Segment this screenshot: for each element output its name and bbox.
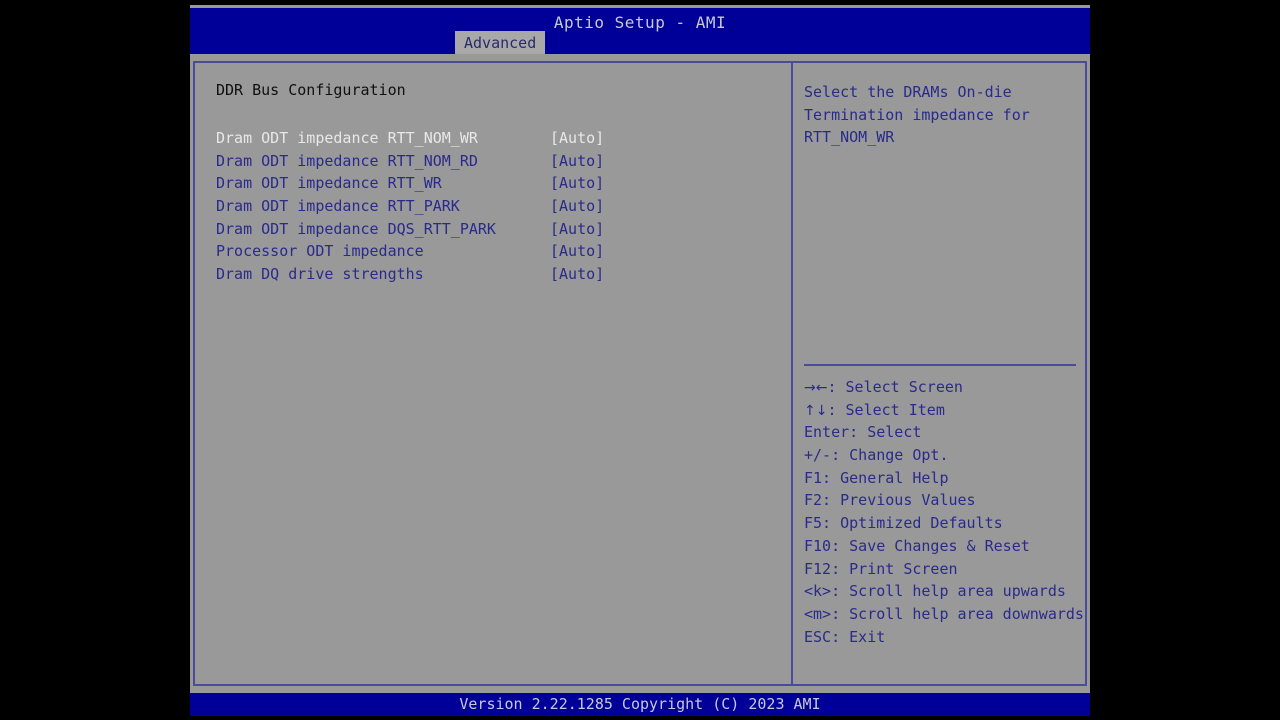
section-heading: DDR Bus Configuration [216, 81, 406, 99]
option-value[interactable]: [Auto] [550, 127, 604, 150]
option-label: Dram ODT impedance RTT_PARK [216, 197, 460, 216]
tab-advanced[interactable]: Advanced [455, 31, 546, 54]
option-label: Dram ODT impedance RTT_NOM_RD [216, 151, 478, 170]
option-list: Dram ODT impedance RTT_NOM_WR [Auto] Dram … [216, 127, 776, 286]
keyboard-legend-item: <m>: Scroll help area downwards [804, 603, 1089, 626]
keyboard-legend: →←: Select Screen ↑↓: Select Item Enter: S… [804, 376, 1089, 648]
option-label: Dram ODT impedance DQS_RTT_PARK [216, 219, 496, 238]
option-label: Processor ODT impedance [216, 242, 424, 261]
arrow-keys-icon: →← [804, 380, 828, 396]
option-label: Dram DQ drive strengths [216, 265, 424, 284]
option-value[interactable]: [Auto] [550, 218, 604, 241]
keyboard-legend-label: Enter: Select [804, 423, 922, 442]
keyboard-legend-label: +/-: Change Opt. [804, 446, 949, 465]
option-row[interactable]: Dram DQ drive strengths [Auto] [216, 263, 776, 286]
keyboard-legend-item: ESC: Exit [804, 626, 1089, 649]
option-value[interactable]: [Auto] [550, 150, 604, 173]
keyboard-legend-item: F10: Save Changes & Reset [804, 535, 1089, 558]
arrow-keys-icon: ↑↓ [804, 402, 828, 419]
keyboard-legend-label: : Select Screen [827, 378, 963, 396]
help-separator [804, 364, 1076, 366]
bios-setup-window: Aptio Setup - AMI Advanced DDR Bus Confi… [190, 5, 1090, 716]
option-value[interactable]: [Auto] [550, 172, 604, 195]
keyboard-legend-item: +/-: Change Opt. [804, 444, 1089, 467]
option-row[interactable]: Dram ODT impedance RTT_PARK [Auto] [216, 195, 776, 218]
footer-bar: Version 2.22.1285 Copyright (C) 2023 AMI [190, 693, 1090, 716]
keyboard-legend-item: Enter: Select [804, 421, 1089, 444]
option-value[interactable]: [Auto] [550, 263, 604, 286]
app-title: Aptio Setup - AMI [553, 13, 727, 32]
option-value[interactable]: [Auto] [550, 195, 604, 218]
title-bar: Aptio Setup - AMI [190, 8, 1090, 54]
option-row[interactable]: Dram ODT impedance DQS_RTT_PARK [Auto] [216, 218, 776, 241]
option-row[interactable]: Processor ODT impedance [Auto] [216, 240, 776, 263]
keyboard-legend-item: →←: Select Screen [804, 376, 1089, 399]
keyboard-legend-label: F12: Print Screen [804, 559, 958, 578]
help-description: Select the DRAMs On-die Termination impe… [804, 83, 1039, 147]
keyboard-legend-item: F12: Print Screen [804, 558, 1089, 581]
option-row[interactable]: Dram ODT impedance RTT_WR [Auto] [216, 172, 776, 195]
keyboard-legend-item: <k>: Scroll help area upwards [804, 580, 1089, 603]
option-label: Dram ODT impedance RTT_NOM_WR [216, 129, 478, 147]
option-value[interactable]: [Auto] [550, 240, 604, 263]
version-text: Version 2.22.1285 Copyright (C) 2023 AMI [459, 695, 821, 713]
help-pane: Select the DRAMs On-die Termination impe… [794, 63, 1085, 684]
content-frame: DDR Bus Configuration Dram ODT impedance… [193, 61, 1087, 686]
keyboard-legend-label: : Select Item [827, 400, 945, 419]
option-row[interactable]: Dram ODT impedance RTT_NOM_RD [Auto] [216, 150, 776, 173]
screen: Aptio Setup - AMI Advanced DDR Bus Confi… [0, 0, 1280, 720]
keyboard-legend-item: F5: Optimized Defaults [804, 512, 1089, 535]
pane-divider [791, 63, 793, 684]
keyboard-legend-label: F1: General Help [804, 468, 949, 487]
keyboard-legend-label: F5: Optimized Defaults [804, 514, 1003, 533]
keyboard-legend-item: F2: Previous Values [804, 489, 1089, 512]
keyboard-legend-label: ESC: Exit [804, 627, 886, 646]
option-label: Dram ODT impedance RTT_WR [216, 174, 442, 193]
keyboard-legend-item: ↑↓: Select Item [804, 399, 1089, 422]
keyboard-legend-label: <m>: Scroll help area downwards [804, 604, 1084, 623]
options-pane: DDR Bus Configuration Dram ODT impedance… [195, 63, 790, 684]
keyboard-legend-label: F10: Save Changes & Reset [804, 536, 1030, 555]
keyboard-legend-item: F1: General Help [804, 467, 1089, 490]
keyboard-legend-label: <k>: Scroll help area upwards [804, 582, 1066, 601]
keyboard-legend-label: F2: Previous Values [804, 491, 976, 510]
option-row[interactable]: Dram ODT impedance RTT_NOM_WR [Auto] [216, 127, 776, 150]
